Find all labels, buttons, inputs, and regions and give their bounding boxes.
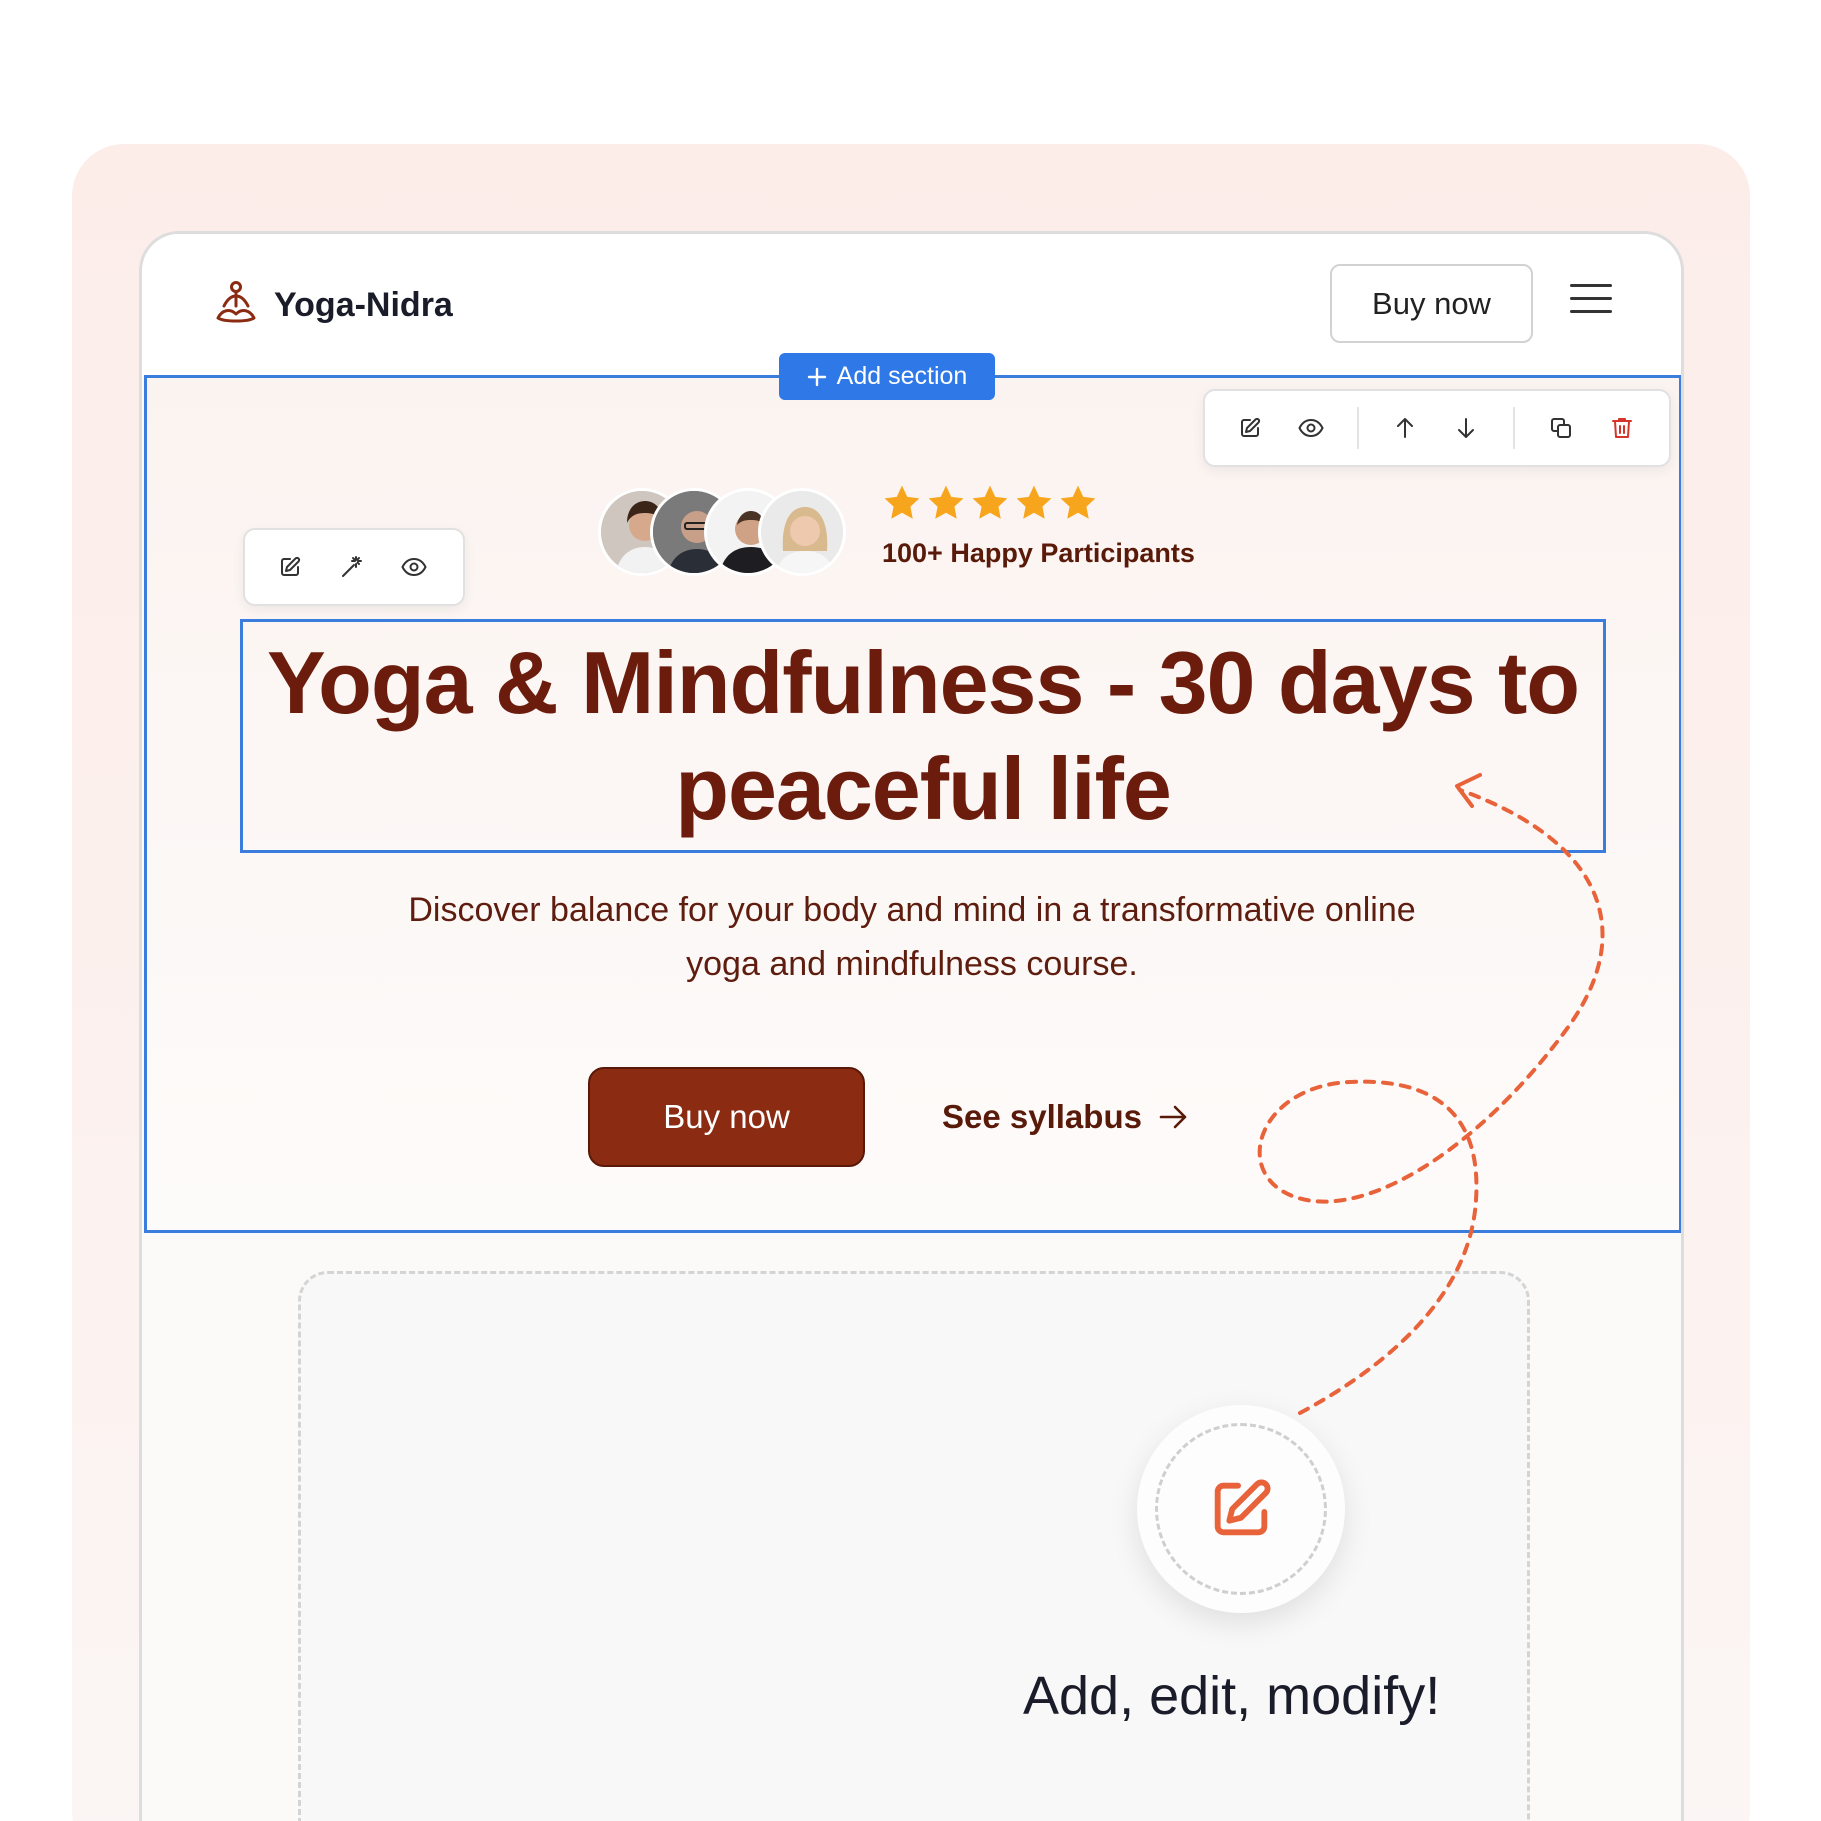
see-syllabus-link[interactable]: See syllabus (942, 1092, 1188, 1142)
edit-icon[interactable] (1235, 413, 1264, 443)
toolbar-divider (1357, 407, 1359, 449)
see-syllabus-label: See syllabus (942, 1098, 1142, 1135)
add-section-label: Add section (836, 362, 968, 390)
hero-heading[interactable]: Yoga & Mindfulness - 30 days to peaceful… (243, 630, 1603, 842)
hero-buy-now-button[interactable]: Buy now (588, 1067, 865, 1167)
section-toolbar (1203, 389, 1671, 467)
trash-icon[interactable] (1608, 413, 1637, 443)
magic-wand-icon[interactable] (337, 552, 367, 582)
hamburger-menu-icon[interactable] (1570, 284, 1612, 318)
website-preview: Yoga-Nidra Buy now Add section 100+ Happ… (139, 231, 1684, 1821)
brand-name: Yoga-Nidra (274, 286, 453, 324)
eye-icon[interactable] (1296, 413, 1325, 443)
hero-subtext: Discover balance for your body and mind … (408, 891, 1416, 983)
toolbar-divider (1513, 407, 1515, 449)
promo-tagline: Add, edit, modify! (1023, 1666, 1441, 1726)
avatar (758, 488, 846, 576)
star-icon (972, 485, 1008, 519)
edit-feature-badge (1137, 1405, 1345, 1613)
star-icon (884, 485, 920, 519)
heading-toolbar (243, 528, 465, 606)
edit-icon[interactable] (275, 552, 305, 582)
arrow-down-icon[interactable] (1452, 413, 1481, 443)
rating-stars (882, 484, 1098, 522)
empty-section-placeholder[interactable] (298, 1271, 1530, 1821)
edit-icon (1214, 1479, 1271, 1536)
star-icon (1060, 485, 1096, 519)
nav-buy-now-button[interactable]: Buy now (1330, 264, 1533, 343)
duplicate-icon[interactable] (1547, 413, 1576, 443)
hero-heading-selection[interactable]: Yoga & Mindfulness - 30 days to peaceful… (240, 619, 1606, 853)
plus-icon (807, 367, 826, 386)
participants-count: 100+ Happy Participants (882, 538, 1195, 568)
arrow-up-icon[interactable] (1391, 413, 1420, 443)
arrow-right-icon (1159, 1105, 1187, 1129)
brand-logo[interactable]: Yoga-Nidra (214, 280, 453, 331)
add-section-button[interactable]: Add section (779, 353, 995, 400)
eye-icon[interactable] (399, 552, 429, 582)
meditation-person-icon (214, 280, 258, 331)
star-icon (928, 485, 964, 519)
star-icon (1016, 485, 1052, 519)
